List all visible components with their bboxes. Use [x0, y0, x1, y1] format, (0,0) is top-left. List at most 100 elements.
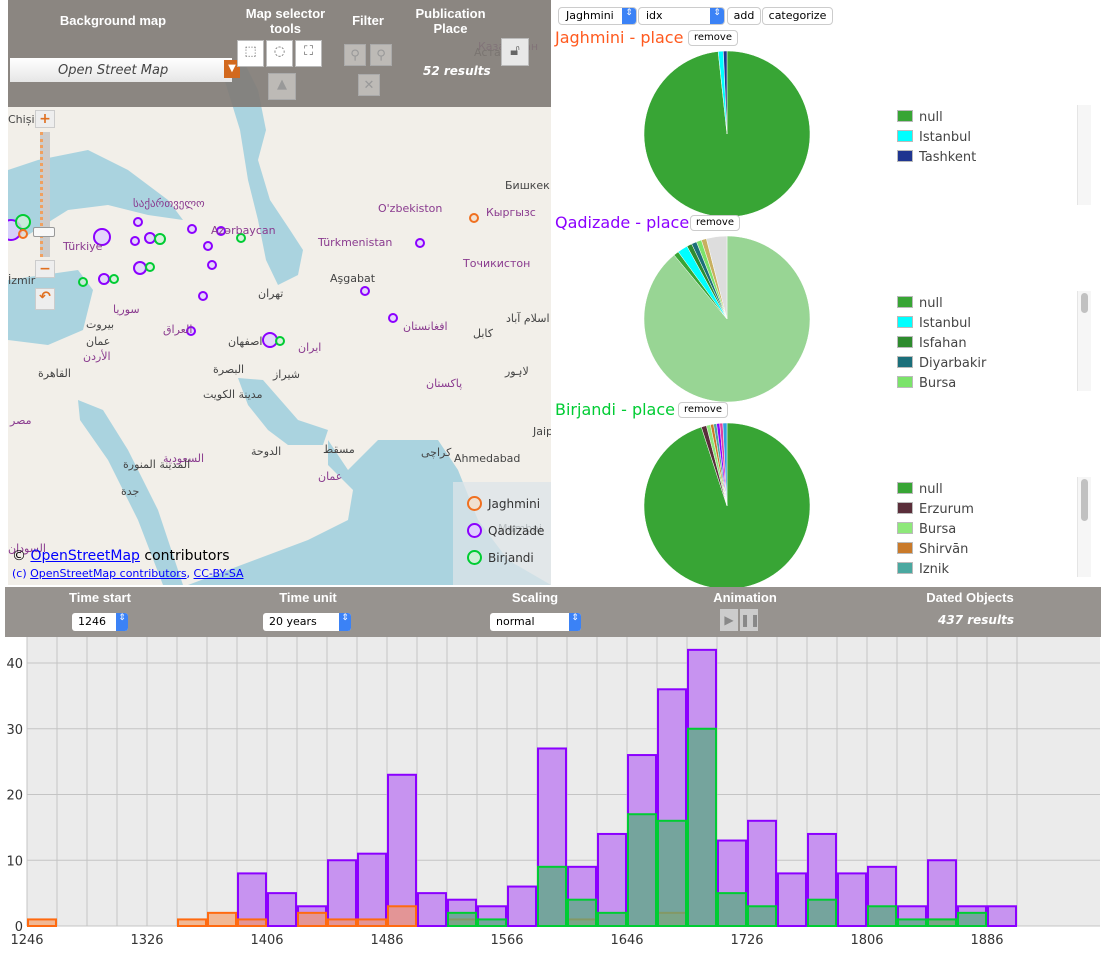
time-unit-select[interactable]: 20 years ⇕: [263, 613, 351, 631]
pie-legend-item[interactable]: Isfahan: [897, 336, 986, 356]
rectangle-select-icon[interactable]: ⬚: [237, 40, 264, 67]
bar-qadizade[interactable]: [267, 892, 297, 927]
pie-legend-item[interactable]: Erzurum: [897, 502, 974, 522]
pie-legend-item[interactable]: Istanbul: [897, 316, 986, 336]
zoom-in-button[interactable]: +: [35, 110, 55, 128]
map-marker-qadizade[interactable]: [98, 273, 110, 285]
bar-qadizade[interactable]: [327, 859, 357, 927]
pie-legend-item[interactable]: Bursa: [897, 522, 974, 542]
time-start-select[interactable]: 1246 ⇕: [72, 613, 128, 631]
map-marker-qadizade[interactable]: [388, 313, 398, 323]
background-map-select[interactable]: Open Street Map ▼: [10, 58, 240, 82]
bar-jaghmini[interactable]: [297, 911, 327, 928]
pie-legend-item[interactable]: Diyarbakir: [897, 356, 986, 376]
reset-view-icon[interactable]: ↶: [35, 288, 55, 310]
bar-birjandi[interactable]: [687, 727, 717, 927]
dataset-select[interactable]: Jaghmini ⇕: [558, 7, 637, 25]
zoom-slider[interactable]: [40, 132, 50, 257]
bar-qadizade[interactable]: [837, 872, 867, 927]
pie-legend-item[interactable]: Tashkent: [897, 150, 976, 170]
legend-scrollbar[interactable]: [1077, 477, 1091, 577]
pie-legend-item[interactable]: null: [897, 110, 976, 130]
map-marker-birjandi[interactable]: [145, 262, 155, 272]
bar-jaghmini[interactable]: [237, 918, 267, 927]
map-marker-qadizade[interactable]: [203, 241, 213, 251]
legend-scrollbar[interactable]: [1077, 105, 1091, 205]
bar-birjandi[interactable]: [957, 911, 987, 928]
legend-scrollbar[interactable]: [1077, 291, 1091, 391]
map-marker-qadizade[interactable]: [133, 261, 147, 275]
map-marker-birjandi[interactable]: [154, 233, 166, 245]
bar-birjandi[interactable]: [447, 911, 477, 928]
zoom-control[interactable]: + − ↶: [30, 110, 62, 310]
region-select-icon[interactable]: ▲: [268, 73, 296, 100]
map-marker-jaghmini[interactable]: [18, 229, 28, 239]
zoom-to-selection-icon[interactable]: ⚲: [344, 44, 366, 66]
scaling-select[interactable]: normal ⇕: [490, 613, 581, 631]
bar-jaghmini[interactable]: [327, 918, 357, 927]
bar-qadizade[interactable]: [777, 872, 807, 927]
circle-select-icon[interactable]: ◌: [266, 40, 293, 67]
bar-birjandi[interactable]: [567, 898, 597, 928]
map-marker-birjandi[interactable]: [15, 214, 31, 230]
map-marker-birjandi[interactable]: [275, 336, 285, 346]
map-marker-qadizade[interactable]: [360, 286, 370, 296]
bar-qadizade[interactable]: [387, 773, 417, 927]
play-icon[interactable]: ▶: [720, 609, 738, 631]
bar-jaghmini[interactable]: [27, 918, 57, 927]
bar-qadizade[interactable]: [987, 905, 1017, 927]
bar-birjandi[interactable]: [867, 905, 897, 927]
osm-contributors-link[interactable]: OpenStreetMap contributors: [30, 567, 186, 580]
map-marker-jaghmini[interactable]: [469, 213, 479, 223]
categorize-button[interactable]: categorize: [762, 7, 833, 25]
field-select[interactable]: idx ⇕: [638, 7, 725, 25]
add-button[interactable]: add: [727, 7, 761, 25]
bar-jaghmini[interactable]: [207, 911, 237, 928]
pie-legend-item[interactable]: Iznik: [897, 562, 974, 582]
bar-jaghmini[interactable]: [357, 918, 387, 927]
map-marker-qadizade[interactable]: [133, 217, 143, 227]
polygon-select-icon[interactable]: ⛶: [295, 40, 322, 67]
legend-item: Birjandi: [467, 550, 534, 565]
bar-birjandi[interactable]: [597, 911, 627, 928]
osm-link[interactable]: OpenStreetMap: [30, 548, 139, 564]
pause-icon[interactable]: ❚❚: [740, 609, 760, 631]
bar-qadizade[interactable]: [927, 859, 957, 927]
map-marker-qadizade[interactable]: [207, 260, 217, 270]
bar-birjandi[interactable]: [657, 819, 687, 927]
map-marker-qadizade[interactable]: [187, 224, 197, 234]
bar-jaghmini[interactable]: [387, 905, 417, 927]
pie-legend-item[interactable]: Bursa: [897, 376, 986, 396]
map-marker-qadizade[interactable]: [144, 232, 156, 244]
map-marker-qadizade[interactable]: [262, 332, 278, 348]
pie-legend-item[interactable]: Shirvān: [897, 542, 974, 562]
bar-qadizade[interactable]: [507, 885, 537, 928]
bar-qadizade[interactable]: [417, 892, 447, 927]
bar-jaghmini[interactable]: [177, 918, 207, 927]
bar-qadizade[interactable]: [237, 872, 267, 927]
bar-birjandi[interactable]: [927, 918, 957, 927]
pie-legend-item[interactable]: Istanbul: [897, 130, 976, 150]
pie-legend-item[interactable]: null: [897, 296, 986, 316]
bar-birjandi[interactable]: [627, 813, 657, 928]
unlock-icon[interactable]: 🔓︎: [501, 38, 529, 66]
bar-birjandi[interactable]: [897, 918, 927, 927]
bar-birjandi[interactable]: [717, 892, 747, 927]
bar-birjandi[interactable]: [807, 898, 837, 928]
clear-filter-icon[interactable]: ✕: [358, 74, 380, 96]
license-link[interactable]: CC-BY-SA: [194, 567, 244, 580]
map-marker-birjandi[interactable]: [109, 274, 119, 284]
bar-birjandi[interactable]: [537, 865, 567, 927]
bar-birjandi[interactable]: [747, 905, 777, 927]
zoom-out-selection-icon[interactable]: ⚲: [370, 44, 392, 66]
pie-legend-item[interactable]: null: [897, 482, 974, 502]
bar-qadizade[interactable]: [357, 852, 387, 927]
bar-birjandi[interactable]: [477, 918, 507, 927]
map-marker-qadizade[interactable]: [415, 238, 425, 248]
histogram-chart[interactable]: 0102030401246 1326 1406 1486 1566 1646 1726 180…: [0, 637, 1105, 957]
zoom-slider-handle[interactable]: [33, 227, 55, 237]
map-marker-qadizade[interactable]: [130, 236, 140, 246]
map-marker-birjandi[interactable]: [78, 277, 88, 287]
map-marker-qadizade[interactable]: [198, 291, 208, 301]
zoom-out-button[interactable]: −: [35, 260, 55, 278]
